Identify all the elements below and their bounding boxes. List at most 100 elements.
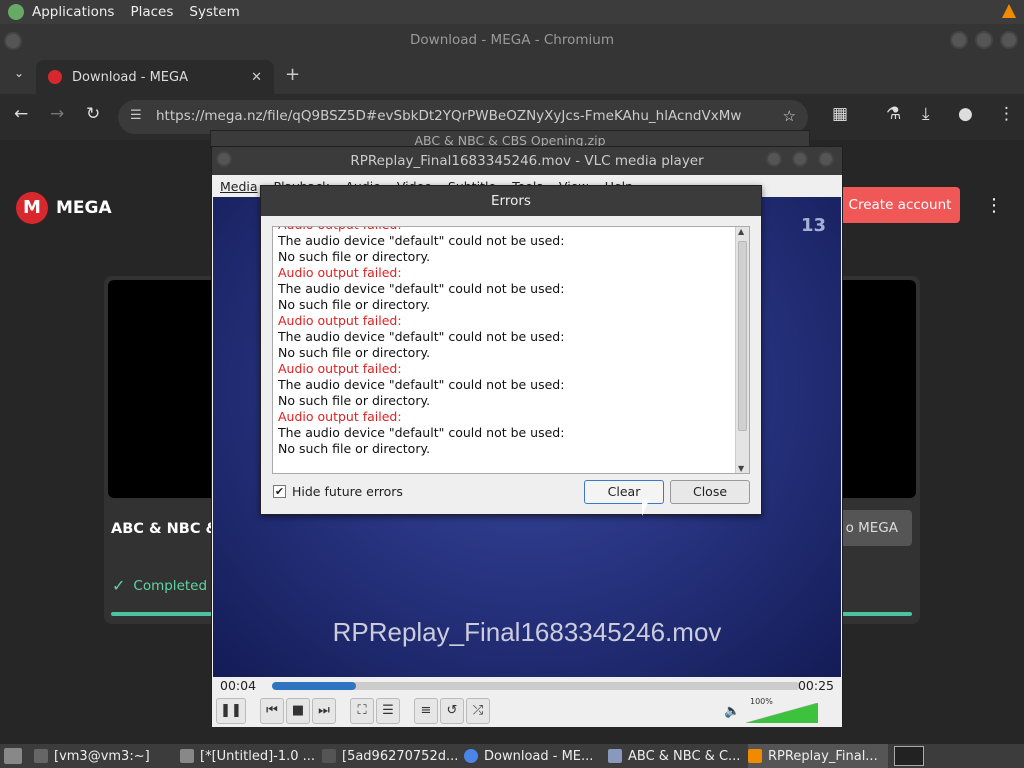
file-title: ABC & NBC & — [111, 521, 219, 537]
vlc-maximize-button[interactable] — [792, 151, 808, 167]
show-desktop-icon[interactable] — [4, 748, 22, 764]
vlc-tray-icon[interactable] — [1002, 4, 1016, 18]
video-filename-overlay: RPReplay_Final1683345246.mov — [332, 617, 722, 647]
error-heading-line: Audio output failed: — [278, 265, 402, 280]
reload-icon[interactable]: ↻ — [86, 104, 100, 124]
error-detail-line: The audio device "default" could not be … — [278, 233, 565, 248]
error-detail-line: No such file or directory. — [278, 249, 431, 264]
workspace-switcher-icon[interactable] — [894, 746, 924, 766]
vlc-window-menu-button[interactable] — [216, 151, 232, 167]
labs-flask-icon[interactable]: ⚗ — [886, 104, 901, 124]
shuffle-button[interactable]: ⤮ — [466, 698, 490, 724]
top-panel: Applications Places System — [0, 0, 1024, 24]
panel-app-icon[interactable] — [8, 4, 24, 20]
folder-icon — [180, 749, 194, 763]
error-log[interactable]: Audio output failed:The audio device "de… — [272, 226, 750, 474]
taskbar-item[interactable]: RPReplay_Final... — [748, 744, 888, 768]
window-menu-button[interactable] — [4, 32, 22, 50]
errors-dialog: Errors Audio output failed:The audio dev… — [260, 185, 762, 515]
address-bar[interactable]: ☰ https://mega.nz/file/qQ9BSZ5D#evSbkDt2… — [118, 100, 808, 134]
minimize-button[interactable] — [950, 31, 968, 49]
error-log-scrollbar[interactable]: ▲ ▼ — [735, 227, 749, 473]
scroll-up-icon[interactable]: ▲ — [738, 227, 744, 236]
create-account-button[interactable]: Create account — [840, 187, 960, 223]
chrome-window-title: Download - MEGA - Chromium — [0, 24, 1024, 56]
error-detail-line: No such file or directory. — [278, 393, 431, 408]
error-detail-line: No such file or directory. — [278, 441, 431, 456]
hide-future-errors-checkbox[interactable]: ✔ Hide future errors — [273, 484, 403, 499]
seek-row: 00:04 00:25 — [212, 677, 842, 695]
extended-settings-button[interactable]: ☰ — [376, 698, 400, 724]
next-button[interactable]: ⏭ — [312, 698, 336, 724]
url-text: https://mega.nz/file/qQ9BSZ5D#evSbkDt2YQ… — [156, 108, 742, 124]
error-log-lines: Audio output failed:The audio device "de… — [278, 227, 728, 457]
taskbar-item-label: [vm3@vm3:~] — [54, 748, 150, 764]
forward-arrow-icon[interactable]: → — [50, 104, 64, 124]
tab-bar: ⌄ Download - MEGA ✕ + — [0, 56, 1024, 94]
channel-logo: 13 — [801, 215, 827, 236]
error-heading-line: Audio output failed: — [278, 361, 402, 376]
download-icon[interactable]: ⤓ — [922, 104, 930, 124]
chrome-menu-icon[interactable]: ⋮ — [998, 104, 1015, 124]
mega-logo[interactable]: M MEGA — [16, 192, 112, 224]
page-menu-icon[interactable]: ⋮ — [985, 195, 1003, 216]
tab-title: Download - MEGA — [72, 69, 188, 85]
previous-button[interactable]: ⏮ — [260, 698, 284, 724]
extensions-icon[interactable]: ▦ — [832, 104, 848, 124]
taskbar-item-label: ABC & NBC & C... — [628, 748, 741, 764]
loop-button[interactable]: ↺ — [440, 698, 464, 724]
speaker-icon[interactable]: 🔈 — [724, 704, 740, 719]
error-detail-line: No such file or directory. — [278, 297, 431, 312]
vlc-title-bar[interactable]: RPReplay_Final1683345246.mov - VLC media… — [212, 147, 842, 175]
bookmark-star-icon[interactable]: ☆ — [783, 107, 796, 125]
stop-button[interactable]: ■ — [286, 698, 310, 724]
seek-progress — [272, 682, 357, 690]
pause-button[interactable]: ❚❚ — [216, 698, 246, 724]
scroll-down-icon[interactable]: ▼ — [738, 464, 744, 473]
close-button[interactable]: Close — [670, 480, 750, 504]
back-arrow-icon[interactable]: ← — [14, 104, 28, 124]
vlc-icon — [748, 749, 762, 763]
download-status: ✓ Completed — [112, 576, 208, 595]
clear-button[interactable]: Clear — [584, 480, 664, 504]
taskbar-item[interactable]: [5ad96270752d... — [322, 744, 460, 768]
fullscreen-button[interactable]: ⛶ — [350, 698, 374, 724]
taskbar-item-label: [5ad96270752d... — [342, 748, 459, 764]
volume-slider[interactable] — [746, 703, 818, 723]
taskbar-item[interactable]: [vm3@vm3:~] — [34, 744, 174, 768]
total-time: 00:25 — [797, 678, 834, 693]
error-heading-line: Audio output failed: — [278, 409, 402, 424]
error-detail-line: The audio device "default" could not be … — [278, 281, 565, 296]
taskbar-item[interactable]: Download - ME... — [464, 744, 604, 768]
checkmark-icon: ✓ — [112, 576, 126, 595]
panel-menu-system[interactable]: System — [181, 4, 247, 20]
seek-slider[interactable] — [272, 682, 800, 690]
vlc-minimize-button[interactable] — [766, 151, 782, 167]
new-tab-icon[interactable]: + — [285, 64, 300, 85]
taskbar-item-label: RPReplay_Final... — [768, 748, 878, 764]
panel-menu-applications[interactable]: Applications — [24, 4, 122, 20]
vlc-close-button[interactable] — [818, 151, 834, 167]
vlc-menu-media[interactable]: Media — [212, 179, 266, 194]
tab-list-chevron-icon[interactable]: ⌄ — [14, 66, 24, 80]
archive-icon — [608, 749, 622, 763]
maximize-button[interactable] — [975, 31, 993, 49]
taskbar-item[interactable]: [*[Untitled]-1.0 ... — [180, 744, 318, 768]
panel-menu-places[interactable]: Places — [122, 4, 181, 20]
scroll-thumb[interactable] — [738, 241, 747, 431]
terminal-icon — [34, 749, 48, 763]
playlist-button[interactable]: ≡ — [414, 698, 438, 724]
tab-download-mega[interactable]: Download - MEGA ✕ — [36, 60, 274, 94]
taskbar-item[interactable]: ABC & NBC & C... — [608, 744, 744, 768]
mega-favicon — [48, 70, 62, 84]
close-window-button[interactable] — [1000, 31, 1018, 49]
profile-icon[interactable]: ● — [958, 104, 973, 124]
elapsed-time: 00:04 — [220, 678, 257, 693]
tab-close-icon[interactable]: ✕ — [251, 70, 262, 85]
error-detail-line: No such file or directory. — [278, 345, 431, 360]
errors-dialog-title[interactable]: Errors — [261, 186, 761, 216]
error-detail-line: The audio device "default" could not be … — [278, 329, 565, 344]
site-info-icon[interactable]: ☰ — [130, 108, 142, 123]
checkbox-check-icon[interactable]: ✔ — [273, 485, 286, 498]
taskbar-item-label: Download - ME... — [484, 748, 594, 764]
